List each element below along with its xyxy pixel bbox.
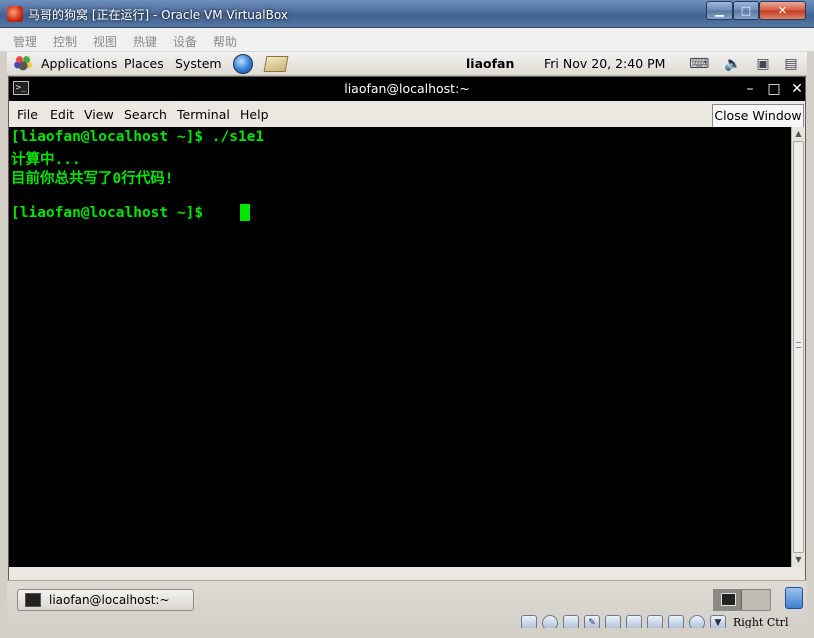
terminal-menu-help[interactable]: Help bbox=[240, 107, 269, 122]
terminal-menubar: File Edit View Search Terminal Help bbox=[9, 101, 805, 127]
taskbar-terminal-label: liaofan@localhost:~ bbox=[49, 593, 170, 607]
vbox-menu-control[interactable]: 控制 bbox=[53, 33, 77, 50]
taskbar-terminal-button[interactable]: liaofan@localhost:~ bbox=[17, 589, 194, 611]
terminal-titlebar[interactable]: liaofan@localhost:~ >_ – □ ✕ bbox=[9, 77, 805, 101]
vbox-menu-machine[interactable]: 管理 bbox=[13, 33, 37, 50]
host-maximize-button[interactable]: □ bbox=[733, 1, 759, 20]
close-window-tooltip: Close Window bbox=[712, 104, 804, 128]
hard-disk-icon[interactable] bbox=[521, 615, 537, 628]
vbox-menu-hotkeys[interactable]: 热键 bbox=[133, 33, 157, 50]
scrollbar-thumb[interactable] bbox=[793, 141, 804, 553]
terminal-icon bbox=[721, 593, 736, 606]
host-window-title: 马哥的狗窝 [正在运行] - Oracle VM VirtualBox bbox=[28, 8, 288, 22]
terminal-menu-file[interactable]: File bbox=[17, 107, 38, 122]
terminal-line: 目前你总共写了0行代码! bbox=[11, 171, 174, 187]
terminal-menu-view[interactable]: View bbox=[84, 107, 114, 122]
terminal-icon bbox=[25, 593, 41, 607]
host-key-label: Right Ctrl bbox=[733, 616, 789, 628]
optical-disk-icon[interactable] bbox=[542, 615, 558, 628]
host-minimize-button[interactable]: ▁ bbox=[706, 1, 733, 20]
places-menu[interactable]: Places bbox=[124, 56, 164, 71]
terminal-maximize-button[interactable]: □ bbox=[765, 80, 783, 98]
terminal-prompt-line: [liaofan@localhost ~]$ bbox=[11, 205, 212, 221]
clipboard-icon[interactable]: ▤ bbox=[781, 55, 801, 73]
scroll-up-arrow-icon[interactable]: ▲ bbox=[792, 127, 805, 141]
host-close-button[interactable]: ✕ bbox=[759, 1, 806, 20]
vbox-statusbar: ✎ ▼ Right Ctrl bbox=[521, 614, 807, 628]
browser-icon[interactable] bbox=[233, 54, 253, 74]
applications-menu[interactable]: Applications bbox=[41, 56, 117, 71]
scrollbar-grip-icon bbox=[796, 342, 801, 348]
vbox-menu-help[interactable]: 帮助 bbox=[213, 33, 237, 50]
usb-icon[interactable] bbox=[563, 615, 579, 628]
terminal-cursor bbox=[240, 204, 250, 221]
volume-icon[interactable]: 🔈 bbox=[723, 55, 743, 73]
terminal-close-button[interactable]: ✕ bbox=[788, 80, 806, 98]
terminal-menu-edit[interactable]: Edit bbox=[50, 107, 74, 122]
network-icon[interactable]: ⌨ bbox=[689, 55, 709, 73]
terminal-menu-search[interactable]: Search bbox=[124, 107, 167, 122]
terminal-line: 计算中... bbox=[11, 152, 81, 168]
panel-username[interactable]: liaofan bbox=[466, 56, 514, 71]
terminal-minimize-button[interactable]: – bbox=[741, 80, 759, 98]
panel-clock[interactable]: Fri Nov 20, 2:40 PM bbox=[544, 56, 665, 71]
workspace-switcher[interactable] bbox=[713, 589, 771, 611]
capture-icon[interactable] bbox=[668, 615, 684, 628]
terminal-screen[interactable]: [liaofan@localhost ~]$ ./s1e1 计算中... 目前你… bbox=[9, 127, 791, 567]
terminal-scrollbar[interactable]: ▲ ▼ bbox=[791, 127, 805, 567]
terminal-app-icon[interactable]: >_ bbox=[13, 81, 29, 95]
terminal-window: liaofan@localhost:~ >_ – □ ✕ File Edit V… bbox=[8, 76, 806, 600]
workspace-1[interactable] bbox=[714, 590, 742, 610]
network-adapter-icon[interactable] bbox=[647, 615, 663, 628]
arrow-down-icon[interactable]: ▼ bbox=[710, 615, 726, 628]
terminal-menu-terminal[interactable]: Terminal bbox=[177, 107, 230, 122]
system-menu[interactable]: System bbox=[175, 56, 222, 71]
gnome-foot-icon[interactable] bbox=[14, 55, 32, 73]
pencil-icon[interactable]: ✎ bbox=[584, 615, 600, 628]
mail-icon[interactable] bbox=[263, 56, 289, 72]
vbox-menu-devices[interactable]: 设备 bbox=[173, 33, 197, 50]
shared-folder-icon[interactable] bbox=[605, 615, 621, 628]
terminal-title: liaofan@localhost:~ bbox=[344, 81, 470, 96]
network-disconnected-icon[interactable]: ▣ bbox=[753, 55, 773, 73]
gnome-top-panel: Applications Places System liaofan Fri N… bbox=[7, 52, 807, 76]
vbox-menu-view[interactable]: 视图 bbox=[93, 33, 117, 50]
mouse-integration-icon[interactable] bbox=[689, 615, 705, 628]
vbox-menubar: 管理 控制 视图 热键 设备 帮助 bbox=[0, 28, 814, 52]
terminal-line: [liaofan@localhost ~]$ ./s1e1 bbox=[11, 129, 265, 145]
trash-icon[interactable] bbox=[785, 587, 803, 609]
host-titlebar: 马哥的狗窝 [正在运行] - Oracle VM VirtualBox ▁ □ … bbox=[0, 0, 814, 28]
scroll-down-arrow-icon[interactable]: ▼ bbox=[792, 553, 805, 567]
display-icon[interactable] bbox=[626, 615, 642, 628]
guest-display: Applications Places System liaofan Fri N… bbox=[7, 52, 807, 628]
virtualbox-app-icon bbox=[7, 6, 23, 22]
